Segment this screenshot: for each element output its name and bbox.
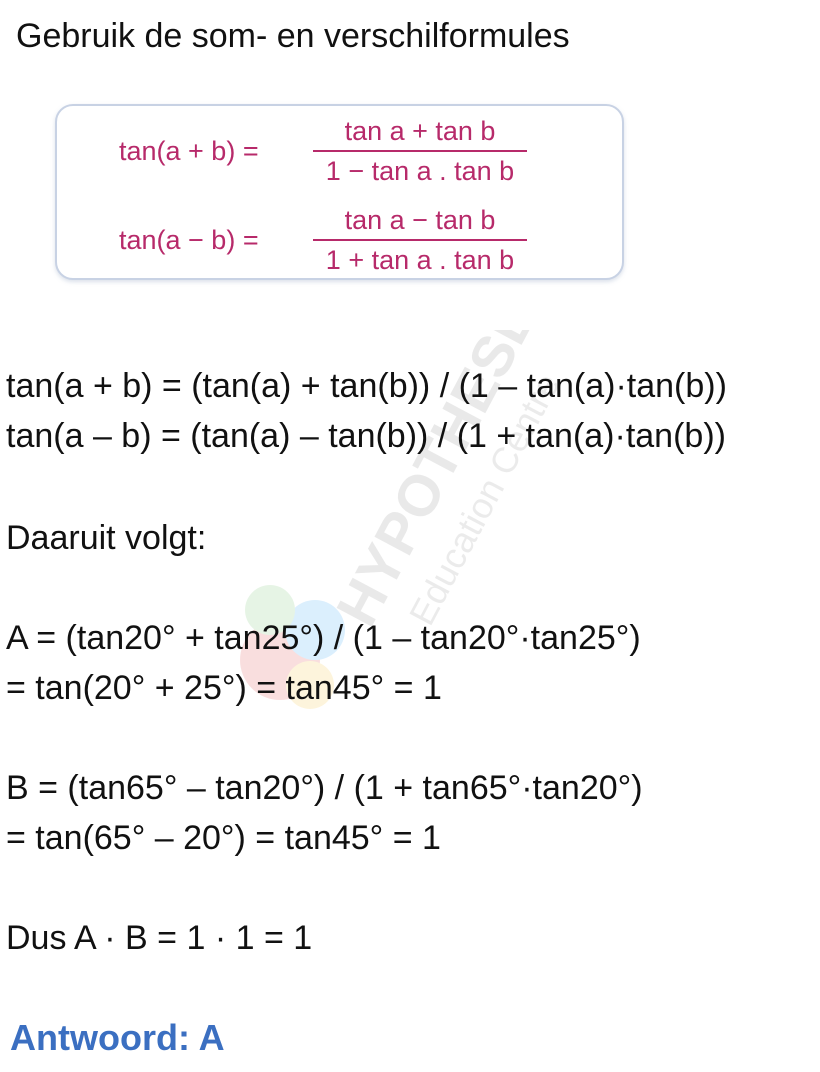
answer-label: Antwoord: A [10,1017,225,1058]
formula-lhs: tan(a − b) = [119,224,259,255]
b-calculation-line2: = tan(65° – 20°) = tan45° = 1 [6,819,441,857]
fraction-denominator: 1 − tan a . tan b [325,156,515,186]
fraction-denominator: 1 + tan a . tan b [325,245,515,275]
fraction-numerator: tan a + tan b [344,116,496,146]
formula-lhs: tan(a + b) = [119,135,259,166]
fraction: tan a + tan b 1 − tan a . tan b [313,114,527,188]
conclusion-intro: Daaruit volgt: [6,519,207,557]
a-calculation-line1: A = (tan20° + tan25°) / (1 – tan20°·tan2… [6,619,641,657]
formula-line-sum: tan(a + b) = (tan(a) + tan(b)) / (1 – ta… [6,367,727,405]
b-calculation-line1: B = (tan65° – tan20°) / (1 + tan65°·tan2… [6,769,643,807]
fraction-bar [313,239,527,241]
product-line: Dus A · B = 1 · 1 = 1 [6,919,313,957]
a-calculation-line2: = tan(20° + 25°) = tan45° = 1 [6,669,442,707]
formula-line-difference: tan(a – b) = (tan(a) – tan(b)) / (1 + ta… [6,417,726,455]
formula-row-difference: tan(a − b) = tan a − tan b 1 + tan a . t… [119,203,527,277]
fraction: tan a − tan b 1 + tan a . tan b [313,203,527,277]
formula-row-sum: tan(a + b) = tan a + tan b 1 − tan a . t… [119,114,527,188]
formula-box: tan(a + b) = tan a + tan b 1 − tan a . t… [55,104,624,280]
fraction-bar [313,150,527,152]
fraction-numerator: tan a − tan b [344,205,496,235]
page-heading: Gebruik de som- en verschilformules [16,17,570,55]
